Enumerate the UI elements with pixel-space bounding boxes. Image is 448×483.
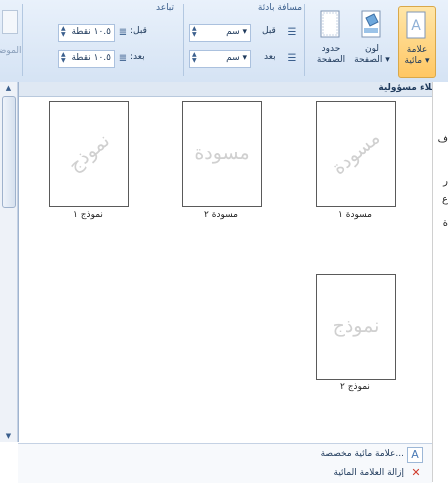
indent-after-label: بعد bbox=[264, 52, 276, 62]
spacing-after-icon: ≣ bbox=[118, 53, 128, 64]
document-text-fragment: ف bbox=[437, 134, 448, 145]
watermark-preview-text: نموذج bbox=[332, 315, 380, 337]
spin-arrows-icon[interactable]: ▲ ▼ bbox=[192, 26, 200, 38]
position-label: الموضع bbox=[0, 46, 22, 56]
custom-watermark-icon: A bbox=[407, 447, 423, 463]
position-icon bbox=[2, 10, 18, 34]
tile-label: مسودة ٢ bbox=[204, 210, 238, 220]
scrollbar-thumb[interactable] bbox=[2, 96, 16, 208]
group-separator bbox=[183, 4, 184, 76]
document-edge-strip: ف ر ع ة bbox=[432, 82, 448, 482]
document-text-fragment: ر bbox=[443, 176, 448, 187]
gallery-scrollbar[interactable]: ▲ ▼ bbox=[0, 82, 18, 442]
indent-before-stepper[interactable]: ▲ ▼ سم ▾ bbox=[189, 24, 251, 42]
watermark-gallery: إخلاء مسؤولية مسودة مسودة ١ مسودة مسودة … bbox=[18, 82, 448, 442]
page-color-icon bbox=[361, 10, 381, 38]
indent-before-icon: ☰ bbox=[287, 27, 297, 38]
watermark-button[interactable]: A علامة مائية ▾ bbox=[398, 6, 436, 78]
gallery-section-header: إخلاء مسؤولية bbox=[19, 82, 448, 97]
document-text-fragment: ع bbox=[442, 194, 448, 205]
spin-arrows-icon[interactable]: ▲ ▼ bbox=[192, 52, 200, 64]
spin-arrows-icon[interactable]: ▲ ▼ bbox=[61, 52, 69, 64]
spacing-before-stepper[interactable]: ▲ ▼ ١٠.٥ نقطة bbox=[58, 24, 115, 42]
watermark-preview-text: مسودة bbox=[194, 142, 250, 164]
indent-before-label: قبل bbox=[262, 26, 276, 36]
watermark-tile-sample-1[interactable]: نموذج bbox=[49, 101, 129, 207]
tile-label: نموذج ٢ bbox=[340, 382, 370, 392]
page-borders-icon bbox=[320, 10, 340, 38]
tile-label: نموذج ١ bbox=[73, 210, 103, 220]
watermark-icon: A bbox=[406, 11, 426, 39]
spacing-before-label: قبل: bbox=[130, 26, 147, 36]
watermark-tile-draft-1[interactable]: مسودة bbox=[316, 101, 396, 207]
remove-watermark-icon: ✕ bbox=[411, 466, 421, 479]
ribbon: الموضع تباعد قبل: ≣ ▲▼ ١٠.٥ نقطة بعد: ≣ … bbox=[0, 0, 448, 83]
page-color-button[interactable]: لون الصفحة ▾ bbox=[354, 6, 390, 76]
indent-after-icon: ☰ bbox=[287, 53, 297, 64]
page-borders-button[interactable]: حدود الصفحة bbox=[313, 6, 349, 76]
indent-after-stepper[interactable]: ▲ ▼ سم ▾ bbox=[189, 50, 251, 68]
watermark-tile-sample-2[interactable]: نموذج bbox=[316, 274, 396, 380]
scroll-up-icon[interactable]: ▲ bbox=[0, 82, 17, 94]
watermark-label: علامة مائية ▾ bbox=[404, 45, 430, 66]
custom-watermark-menu-item[interactable]: A علامة مائية مخصصة... bbox=[18, 445, 426, 463]
watermark-preview-text: نموذج bbox=[63, 129, 115, 177]
spin-arrows-icon[interactable]: ▲ ▼ bbox=[61, 26, 69, 38]
watermark-menu: A علامة مائية مخصصة... ✕ إزالة العلامة ا… bbox=[18, 443, 432, 483]
scroll-down-icon[interactable]: ▼ bbox=[0, 430, 17, 442]
spacing-after-stepper[interactable]: ▲ ▼ ١٠.٥ نقطة bbox=[58, 50, 115, 68]
page-color-label: لون الصفحة ▾ bbox=[354, 44, 390, 65]
remove-watermark-menu-item[interactable]: ✕ إزالة العلامة المائية bbox=[18, 464, 426, 482]
svg-text:A: A bbox=[411, 18, 421, 34]
group-separator bbox=[22, 4, 23, 76]
position-button[interactable]: الموضع bbox=[0, 6, 22, 76]
document-text-fragment: ة bbox=[442, 218, 448, 229]
spacing-after-label: بعد: bbox=[130, 52, 145, 62]
page-borders-label: حدود الصفحة bbox=[316, 44, 346, 65]
spacing-before-icon: ≣ bbox=[118, 27, 128, 38]
watermark-tile-draft-2[interactable]: مسودة bbox=[182, 101, 262, 207]
watermark-preview-text: مسودة bbox=[327, 126, 385, 180]
tile-label: مسودة ١ bbox=[338, 210, 372, 220]
group-separator bbox=[304, 4, 305, 76]
